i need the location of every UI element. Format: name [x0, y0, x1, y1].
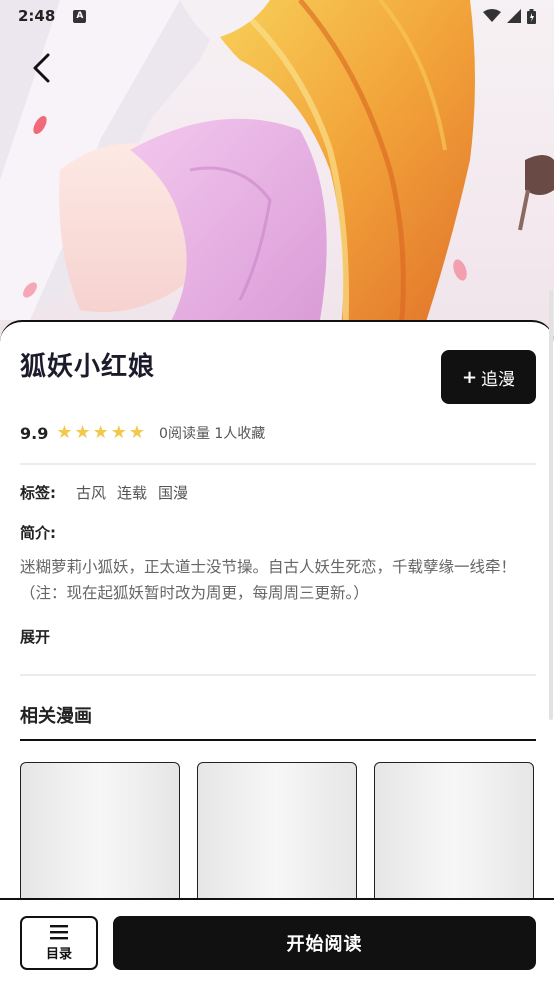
a-icon: A: [73, 9, 87, 23]
menu-list-icon: [50, 925, 68, 940]
follow-label: 追漫: [481, 369, 516, 390]
tag-item[interactable]: 国漫: [158, 482, 188, 503]
status-bar: 2:48 A: [0, 0, 554, 32]
divider: [20, 463, 536, 465]
star-rating: ★ ★ ★ ★ ★: [56, 424, 145, 442]
intro-text: 迷糊萝莉小狐妖，正太道士没节操。自古人妖生死恋，千载孽缘一线牵！（注：现在起狐妖…: [20, 558, 517, 602]
battery-icon: [527, 8, 536, 24]
related-section-title: 相关漫画: [20, 706, 92, 727]
tag-item[interactable]: 连载: [117, 482, 147, 503]
comic-title: 狐妖小红娘: [20, 352, 156, 382]
star-icon: ★: [128, 422, 146, 443]
plus-icon: +: [461, 366, 478, 388]
rating-score: 9.9: [20, 423, 49, 443]
comic-detail-screen: 2:48 A 狐妖小红娘 + 追漫 9.9 ★ ★ ★ ★ ★ 0阅读量 1人收…: [0, 0, 554, 984]
star-icon: ★: [74, 422, 91, 443]
tag-item[interactable]: 古风: [76, 482, 106, 503]
table-of-contents-button[interactable]: 目录: [20, 916, 98, 970]
divider: [20, 674, 536, 676]
related-underline: [20, 739, 536, 741]
scrollbar[interactable]: [549, 290, 553, 720]
bottom-action-bar: 目录 开始阅读: [0, 898, 554, 984]
back-button[interactable]: [22, 48, 62, 88]
star-icon: ★: [92, 422, 109, 443]
status-time: 2:48: [18, 7, 56, 25]
rating-row: 9.9 ★ ★ ★ ★ ★ 0阅读量 1人收藏: [20, 422, 265, 444]
read-fav-stats: 0阅读量 1人收藏: [159, 426, 266, 442]
start-reading-button[interactable]: 开始阅读: [113, 916, 536, 970]
cover-illustration: [0, 0, 554, 340]
signal-icon: [507, 9, 521, 23]
tags-row: 标签: 古风 连载 国漫: [20, 482, 199, 503]
intro-label: 简介:: [20, 524, 56, 542]
detail-card: 狐妖小红娘 + 追漫 9.9 ★ ★ ★ ★ ★ 0阅读量 1人收藏 标签: 古…: [0, 320, 554, 932]
follow-button[interactable]: + 追漫: [441, 350, 536, 404]
star-icon: ★: [110, 422, 127, 443]
cover-image: [0, 0, 554, 340]
wifi-icon: [483, 9, 501, 22]
star-icon: ★: [56, 422, 73, 443]
toc-label: 目录: [45, 947, 72, 962]
tags-label: 标签:: [20, 484, 56, 502]
chevron-left-icon: [33, 53, 50, 83]
expand-button[interactable]: 展开: [20, 626, 50, 647]
